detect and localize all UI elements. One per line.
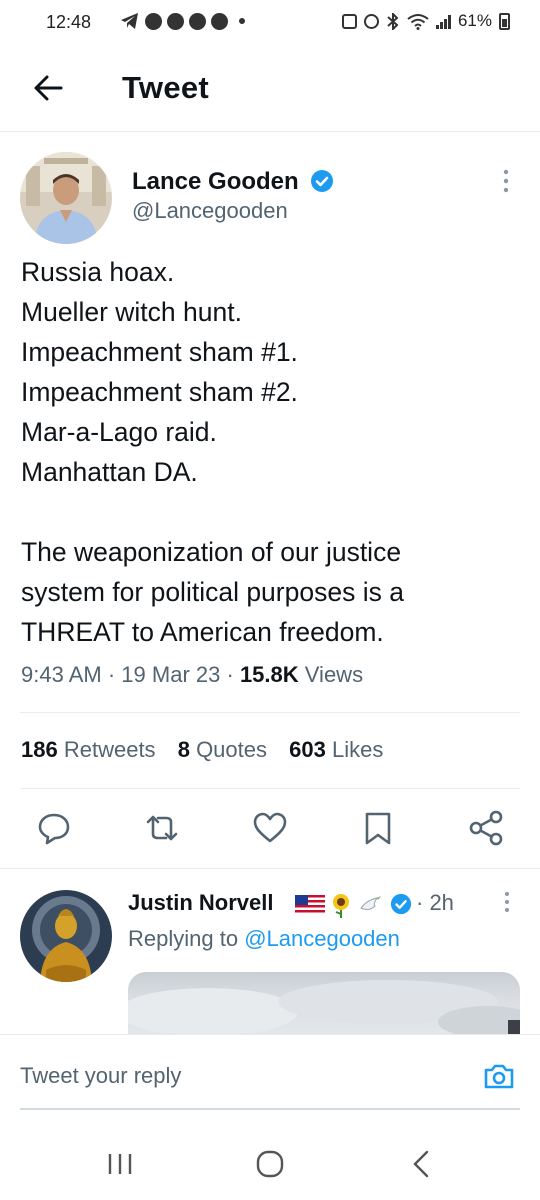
reply-more-button[interactable] (498, 890, 516, 914)
reply-composer (0, 1034, 540, 1112)
composer-underline (20, 1108, 520, 1110)
verified-badge-icon (390, 893, 412, 915)
share-button[interactable] (464, 806, 508, 850)
tweet-time: 9:43 AM (21, 662, 102, 687)
back-button[interactable] (28, 68, 68, 108)
likes-label: Likes (331, 737, 384, 762)
reply-input[interactable] (20, 1063, 440, 1089)
heart-icon (253, 812, 287, 843)
telegram-icon (121, 13, 138, 29)
author-handle[interactable]: @Lancegooden (132, 198, 288, 224)
home-icon (256, 1150, 284, 1178)
likes-count: 603 (289, 737, 326, 762)
more-options-button[interactable] (496, 168, 516, 194)
page-title: Tweet (122, 70, 210, 105)
tweet-line: Impeachment sham #1. (21, 337, 298, 367)
signal-icon (435, 14, 451, 29)
meta-separator: · (226, 662, 234, 687)
quotes-label: Quotes (196, 737, 267, 762)
recent-apps-button[interactable] (102, 1146, 138, 1182)
retweets-count: 186 (21, 737, 58, 762)
wifi-icon (407, 13, 429, 30)
battery-icon (499, 12, 510, 30)
share-icon (469, 810, 503, 846)
more-vertical-icon (505, 892, 509, 912)
tweet-actions (0, 806, 540, 850)
views-count[interactable]: 15.8K (240, 662, 299, 687)
camera-button[interactable] (482, 1059, 516, 1093)
back-nav-button[interactable] (404, 1146, 440, 1182)
divider (20, 788, 520, 789)
tweet-line: Impeachment sham #2. (21, 377, 298, 407)
reply-author-photo (20, 890, 112, 982)
status-time: 12:48 (46, 12, 92, 32)
alarm-icon (341, 13, 357, 29)
reply-avatar[interactable] (20, 890, 112, 982)
messenger-icon (145, 12, 162, 30)
quotes-count: 8 (177, 737, 190, 762)
tweet-meta: 9:43 AM · 19 Mar 23 · 15.8K Views (21, 662, 363, 688)
sunflower-icon (333, 894, 349, 918)
retweet-button[interactable] (140, 806, 184, 850)
facebook-icon (211, 12, 228, 30)
status-indicators: 61% (341, 11, 510, 31)
tweet-line: system for political purposes is a (21, 577, 404, 607)
quotes-stat[interactable]: 8 Quotes (178, 737, 267, 762)
chevron-left-icon (413, 1150, 429, 1178)
home-button[interactable] (252, 1146, 288, 1182)
tweet-line: Mueller witch hunt. (21, 297, 242, 327)
status-bar: 12:48 61% (0, 0, 540, 46)
retweet-icon (146, 815, 178, 841)
tweet-stats: 186 Retweets 8 Quotes 603 Likes (21, 737, 399, 763)
meta-separator: · (107, 662, 116, 687)
verified-badge-icon (311, 170, 333, 192)
author-avatar[interactable] (20, 152, 112, 244)
replying-prefix: Replying to (128, 926, 239, 951)
top-app-bar: Tweet (0, 46, 540, 132)
bluetooth-icon (387, 12, 399, 30)
reply-author-name[interactable]: Justin Norvell (128, 890, 273, 916)
system-nav-bar (0, 1130, 540, 1200)
recent-apps-icon (108, 1154, 132, 1174)
tweet-line: The weaponization of our justice (21, 537, 402, 567)
sky-image (128, 980, 520, 1034)
bookmark-icon (365, 812, 391, 845)
author-name[interactable]: Lance Gooden (132, 168, 299, 196)
separator (0, 868, 540, 869)
camera-icon (484, 1064, 514, 1089)
clock-icon (363, 13, 379, 29)
reply-time: · 2h (416, 890, 454, 915)
likes-stat[interactable]: 603 Likes (289, 737, 383, 762)
more-vertical-icon (503, 169, 509, 193)
tweet-line: Manhattan DA. (21, 457, 198, 487)
facebook-icon (167, 12, 184, 30)
more-notifications-dot (239, 18, 245, 24)
notification-icons (98, 12, 245, 30)
views-label[interactable]: Views (305, 662, 363, 687)
reply-button[interactable] (32, 806, 76, 850)
name-emojis (295, 892, 383, 918)
tweet-line: Mar-a-Lago raid. (21, 417, 217, 447)
tweet-line: THREAT to American freedom. (21, 617, 384, 647)
arrow-left-icon (34, 75, 63, 101)
tweet-date: 19 Mar 23 (121, 662, 221, 687)
us-flag-icon (295, 895, 325, 915)
like-button[interactable] (248, 806, 292, 850)
facebook-icon (189, 12, 206, 30)
tweet-text: Russia hoax. Mueller witch hunt. Impeach… (21, 252, 526, 652)
battery-percent: 61% (457, 11, 492, 30)
retweets-stat[interactable]: 186 Retweets (21, 737, 156, 762)
retweets-label: Retweets (63, 737, 156, 762)
bookmark-button[interactable] (356, 806, 400, 850)
reply-media-image[interactable] (128, 972, 520, 1034)
dove-icon (360, 896, 381, 911)
tweet-line: Russia hoax. (21, 257, 175, 287)
reply-icon (38, 813, 70, 845)
replying-to: Replying to @Lancegooden (128, 926, 400, 952)
author-photo (20, 152, 112, 244)
divider (20, 712, 520, 713)
replying-mention[interactable]: @Lancegooden (244, 926, 400, 951)
